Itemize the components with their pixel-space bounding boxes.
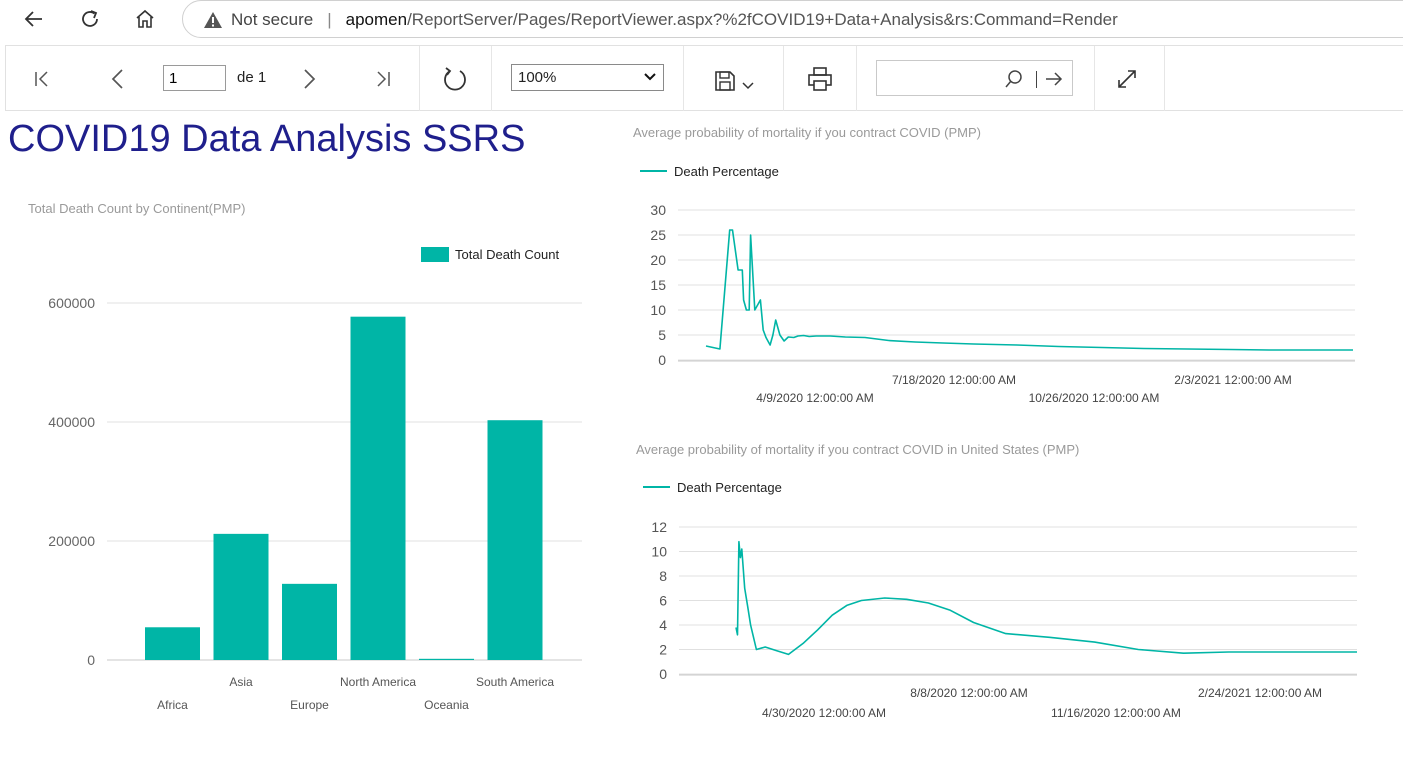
y-tick-label: 0 [659, 666, 667, 682]
x-tick-label: 11/16/2020 12:00:00 AM [1051, 706, 1181, 720]
legend-label: Death Percentage [674, 164, 779, 179]
y-tick-label: 4 [659, 617, 667, 633]
global-mortality-line-chart: Death Percentage 0 5 10 15 20 25 30 7/18/2020 12… [640, 164, 1355, 405]
x-category-label: North America [340, 675, 416, 689]
expand-icon [1118, 70, 1136, 88]
global-mortality-chart-title: Average probability of mortality if you … [633, 125, 981, 140]
y-tick-label: 400000 [48, 414, 95, 430]
chevron-down-icon [643, 70, 657, 88]
page-number-input[interactable] [163, 65, 226, 91]
address-bar[interactable]: Not secure | apomen/ReportServer/Pages/R… [182, 0, 1403, 38]
last-page-button[interactable] [369, 66, 397, 92]
toolbar-separator [783, 46, 784, 111]
x-tick-label: 2/3/2021 12:00:00 AM [1174, 373, 1291, 387]
next-page-button[interactable] [295, 66, 323, 92]
find-input[interactable] [881, 67, 1003, 91]
find-next-icon[interactable] [1044, 69, 1064, 94]
refresh-report-icon [444, 67, 466, 91]
url-path[interactable]: /ReportServer/Pages/ReportViewer.aspx?%2… [407, 10, 1118, 30]
bar [282, 583, 337, 660]
series-line [735, 540, 1357, 656]
last-page-icon [377, 71, 390, 87]
us-mortality-line-chart: Death Percentage 0 2 4 6 8 10 12 8/8/2020 12:00:… [643, 480, 1357, 720]
print-button[interactable] [805, 64, 835, 94]
y-tick-label: 10 [651, 544, 667, 560]
browser-toolbar: Not secure | apomen/ReportServer/Pages/R… [0, 0, 1403, 40]
y-tick-label: 15 [650, 277, 666, 293]
home-button[interactable] [129, 5, 161, 33]
zoom-value: 100% [518, 69, 557, 86]
reload-button[interactable] [74, 5, 106, 33]
x-category-label: Europe [290, 698, 329, 712]
next-page-icon [304, 69, 316, 89]
y-tick-label: 600000 [48, 295, 95, 311]
bar [213, 533, 269, 660]
y-tick-label: 0 [658, 352, 666, 368]
bar [350, 316, 406, 660]
find-divider [1036, 71, 1037, 88]
url-host[interactable]: apomen [346, 10, 407, 30]
find-box[interactable] [876, 60, 1073, 96]
toolbar-separator [491, 46, 492, 111]
x-tick-label: 4/9/2020 12:00:00 AM [756, 391, 873, 405]
toolbar-separator [1094, 46, 1095, 111]
y-tick-label: 2 [659, 642, 667, 658]
search-icon[interactable] [1004, 69, 1024, 94]
x-tick-label: 8/8/2020 12:00:00 AM [910, 686, 1027, 700]
warning-icon[interactable] [203, 11, 223, 29]
x-category-label: Oceania [424, 698, 469, 712]
series-line [705, 229, 1353, 351]
first-page-button[interactable] [28, 66, 56, 92]
y-tick-label: 30 [650, 202, 666, 218]
back-arrow-icon [24, 11, 42, 27]
y-tick-label: 200000 [48, 533, 95, 549]
x-tick-label: 4/30/2020 12:00:00 AM [762, 706, 886, 720]
back-button[interactable] [18, 5, 50, 33]
y-tick-label: 6 [659, 593, 667, 609]
chevron-down-icon [742, 82, 754, 90]
security-status[interactable]: Not secure [231, 10, 313, 30]
y-tick-label: 5 [658, 327, 666, 343]
y-tick-label: 25 [650, 227, 666, 243]
save-icon [715, 71, 735, 91]
previous-page-button[interactable] [104, 66, 132, 92]
bar [419, 658, 474, 660]
zoom-select[interactable]: 100% [511, 64, 664, 91]
toolbar-separator [856, 46, 857, 111]
toolbar-separator [1164, 46, 1165, 111]
refresh-icon [82, 10, 98, 27]
bar [487, 420, 543, 660]
x-category-label: South America [476, 675, 554, 689]
death-count-bar-chart: Total Death Count 0 200000 400000 600000 Afri… [48, 247, 582, 712]
y-tick-label: 0 [87, 652, 95, 668]
legend-label: Total Death Count [455, 247, 559, 262]
previous-page-icon [111, 69, 123, 89]
toolbar-separator [419, 46, 420, 111]
address-separator: | [327, 10, 332, 29]
refresh-report-button[interactable] [440, 64, 470, 94]
legend-swatch [421, 247, 449, 262]
page-count-label: de 1 [237, 69, 267, 86]
x-category-label: Africa [157, 698, 188, 712]
full-screen-button[interactable] [1114, 66, 1140, 92]
x-tick-label: 10/26/2020 12:00:00 AM [1029, 391, 1160, 405]
us-mortality-chart-title: Average probability of mortality if you … [636, 442, 1080, 457]
bar [145, 627, 200, 660]
y-tick-label: 12 [651, 519, 667, 535]
report-title: COVID19 Data Analysis SSRS [8, 118, 526, 160]
print-icon [808, 67, 832, 91]
y-tick-label: 20 [650, 252, 666, 268]
x-category-label: Asia [229, 675, 253, 689]
y-tick-label: 8 [659, 568, 667, 584]
report-toolbar: de 1 100% [5, 45, 1403, 111]
toolbar-separator [683, 46, 684, 111]
legend-label: Death Percentage [677, 480, 782, 495]
y-tick-label: 10 [650, 302, 666, 318]
x-tick-label: 7/18/2020 12:00:00 AM [892, 373, 1016, 387]
first-page-icon [35, 71, 48, 87]
home-icon [136, 9, 154, 28]
export-button[interactable] [708, 64, 760, 98]
x-tick-label: 2/24/2021 12:00:00 AM [1198, 686, 1322, 700]
